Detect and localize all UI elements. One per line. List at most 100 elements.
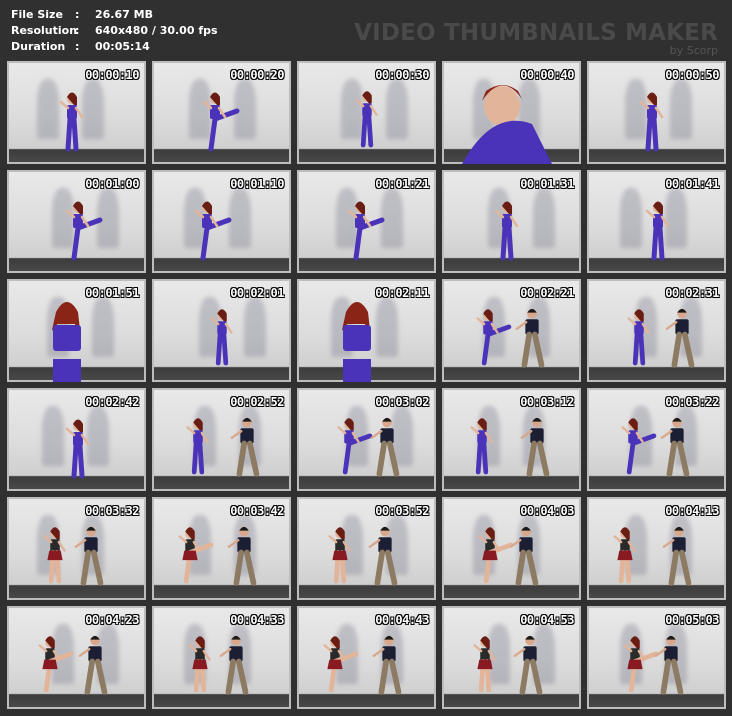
separator: : <box>75 40 80 53</box>
video-thumbnail[interactable]: 00:04:43 <box>297 606 436 709</box>
person-figure <box>194 201 232 261</box>
video-thumbnail[interactable]: 00:03:22 <box>587 388 726 491</box>
person-figure <box>188 636 211 693</box>
timestamp-label: 00:00:20 <box>230 68 284 82</box>
duration-value: 00:05:14 <box>95 40 150 53</box>
timestamp-label: 00:01:31 <box>520 177 574 191</box>
video-thumbnail[interactable]: 00:00:10 <box>7 61 146 164</box>
video-thumbnail[interactable]: 00:03:52 <box>297 497 436 600</box>
person-figure <box>613 527 636 584</box>
video-thumbnail[interactable]: 00:01:51 <box>7 279 146 382</box>
video-thumbnail[interactable]: 00:04:23 <box>7 606 146 709</box>
video-thumbnail[interactable]: 00:02:52 <box>152 388 291 491</box>
person-figure <box>621 418 657 475</box>
person-figure <box>476 309 512 366</box>
person-figure <box>494 201 519 261</box>
separator: : <box>75 8 80 21</box>
timestamp-label: 00:00:10 <box>85 68 139 82</box>
video-thumbnail[interactable]: 00:00:50 <box>587 61 726 164</box>
person-figure <box>645 201 670 261</box>
partner-figure <box>370 417 400 477</box>
video-thumbnail[interactable]: 00:01:21 <box>297 170 436 273</box>
person-figure <box>623 636 659 693</box>
video-thumbnail[interactable]: 00:00:20 <box>152 61 291 164</box>
timestamp-label: 00:04:43 <box>375 613 429 627</box>
partner-figure <box>368 526 398 586</box>
person-figure <box>38 636 74 693</box>
partner-figure <box>515 308 545 368</box>
resolution-label: Resolution <box>11 24 78 37</box>
timestamp-label: 00:03:32 <box>85 504 139 518</box>
watermark: VIDEO THUMBNAILS MAKER by Scorp <box>354 20 718 56</box>
video-thumbnail[interactable]: 00:00:30 <box>297 61 436 164</box>
timestamp-label: 00:02:31 <box>665 286 719 300</box>
video-thumbnail[interactable]: 00:01:31 <box>442 170 581 273</box>
person-figure <box>627 309 650 366</box>
video-thumbnail[interactable]: 00:03:32 <box>7 497 146 600</box>
person-figure <box>347 201 385 261</box>
separator: : <box>75 24 80 37</box>
partner-figure <box>665 308 695 368</box>
partner-figure <box>513 635 543 695</box>
timestamp-label: 00:00:30 <box>375 68 429 82</box>
duration-label: Duration <box>11 40 66 53</box>
person-figure <box>328 527 351 584</box>
timestamp-label: 00:04:13 <box>665 504 719 518</box>
resolution-value: 640x480 / 30.00 fps <box>95 24 218 37</box>
timestamp-label: 00:01:10 <box>230 177 284 191</box>
timestamp-label: 00:02:42 <box>85 395 139 409</box>
partner-figure <box>654 635 684 695</box>
partner-figure <box>78 635 108 695</box>
video-thumbnail[interactable]: 00:03:42 <box>152 497 291 600</box>
partner-figure <box>74 526 104 586</box>
person-figure <box>639 92 664 152</box>
timestamp-label: 00:03:02 <box>375 395 429 409</box>
timestamp-label: 00:05:03 <box>665 613 719 627</box>
video-thumbnail[interactable]: 00:01:10 <box>152 170 291 273</box>
timestamp-label: 00:03:52 <box>375 504 429 518</box>
video-thumbnail[interactable]: 00:02:11 <box>297 279 436 382</box>
thumbnail-grid: 00:00:10 00:00:20 00:00:30 00:00:40 00:00:5… <box>7 61 726 709</box>
video-thumbnail[interactable]: 00:02:21 <box>442 279 581 382</box>
person-figure <box>337 418 373 475</box>
video-thumbnail[interactable]: 00:01:41 <box>587 170 726 273</box>
partner-figure <box>227 526 257 586</box>
person-figure <box>65 201 103 261</box>
person-figure <box>65 419 90 479</box>
person-figure <box>470 418 493 475</box>
person-figure <box>43 527 66 584</box>
timestamp-label: 00:02:21 <box>520 286 574 300</box>
partner-figure <box>660 417 690 477</box>
watermark-subtitle: by Scorp <box>669 44 718 57</box>
video-thumbnail[interactable]: 00:05:03 <box>587 606 726 709</box>
timestamp-label: 00:04:53 <box>520 613 574 627</box>
timestamp-label: 00:04:03 <box>520 504 574 518</box>
resolution-row: Resolution : 640x480 / 30.00 fps <box>11 23 218 39</box>
timestamp-label: 00:01:51 <box>85 286 139 300</box>
timestamp-label: 00:02:52 <box>230 395 284 409</box>
video-thumbnail[interactable]: 00:04:33 <box>152 606 291 709</box>
video-thumbnail[interactable]: 00:02:01 <box>152 279 291 382</box>
video-thumbnail[interactable]: 00:03:12 <box>442 388 581 491</box>
partner-figure <box>219 635 249 695</box>
timestamp-label: 00:01:41 <box>665 177 719 191</box>
video-thumbnail[interactable]: 00:01:00 <box>7 170 146 273</box>
file-size-label: File Size <box>11 8 63 21</box>
person-figure <box>210 309 233 366</box>
person-figure <box>323 636 359 693</box>
video-thumbnail[interactable]: 00:04:03 <box>442 497 581 600</box>
video-thumbnail[interactable]: 00:03:02 <box>297 388 436 491</box>
file-info-panel: File Size : 26.67 MB Resolution : 640x48… <box>11 7 218 55</box>
partner-figure <box>520 417 550 477</box>
timestamp-label: 00:02:11 <box>375 286 429 300</box>
timestamp-label: 00:01:21 <box>375 177 429 191</box>
video-thumbnail[interactable]: 00:02:42 <box>7 388 146 491</box>
video-thumbnail[interactable]: 00:04:13 <box>587 497 726 600</box>
timestamp-label: 00:03:42 <box>230 504 284 518</box>
video-thumbnail[interactable]: 00:04:53 <box>442 606 581 709</box>
video-thumbnail[interactable]: 00:00:40 <box>442 61 581 164</box>
person-figure <box>178 527 214 584</box>
watermark-title: VIDEO THUMBNAILS MAKER <box>354 20 718 46</box>
video-thumbnail[interactable]: 00:02:31 <box>587 279 726 382</box>
timestamp-label: 00:02:01 <box>230 286 284 300</box>
